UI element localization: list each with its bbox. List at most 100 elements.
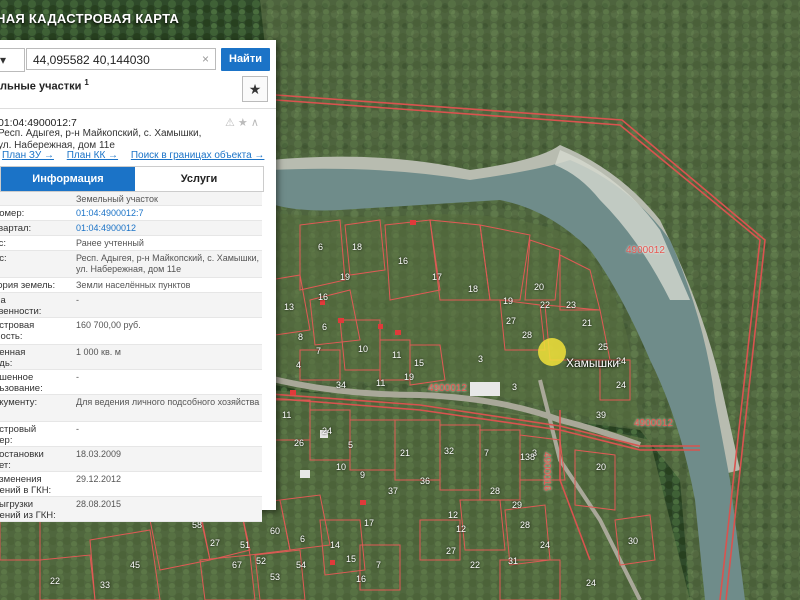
parcel-label[interactable]: 7 [376,560,381,570]
parcel-label[interactable]: 15 [346,554,356,564]
parcel-label[interactable]: 7 [316,346,321,356]
parcel-label[interactable]: 10 [358,344,368,354]
attribute-label: ус: [0,238,7,249]
parcel-label[interactable]: 15 [414,358,424,368]
parcel-label[interactable]: 22 [50,576,60,586]
parcel-label[interactable]: 37 [388,486,398,496]
attribute-value: Для ведения личного подсобного хозяйства [76,397,260,407]
parcel-label[interactable]: 27 [210,538,220,548]
parcel-label[interactable]: 12 [448,510,458,520]
attribute-value: Земли населённых пунктов [76,280,191,290]
attribute-label: изменения дений в ГКН: [0,474,52,496]
attribute-row: выгрузки дений из ГКН: 28.08.2015 [0,497,262,522]
parcel-label[interactable]: 8 [298,332,303,342]
parcel-label[interactable]: 51 [240,540,250,550]
parcel-label[interactable]: 28 [520,520,530,530]
parcel-label[interactable]: 17 [364,518,374,528]
parcel-label[interactable]: 4 [296,360,301,370]
attribute-row: гория земель: Земли населённых пунктов [0,278,262,293]
parcel-label[interactable]: 52 [256,556,266,566]
parcel-label[interactable]: 6 [322,322,327,332]
parcel-label[interactable]: 28 [522,330,532,340]
parcel-label[interactable]: 53 [270,572,280,582]
parcel-label[interactable]: 32 [444,446,454,456]
parcel-label[interactable]: 19 [340,272,350,282]
parcel-label[interactable]: 11 [392,350,401,360]
parcel-label[interactable]: 14 [330,540,340,550]
attribute-label: номер: [0,208,25,219]
parcel-label[interactable]: 67 [232,560,242,570]
parcel-label[interactable]: 16 [356,574,366,584]
parcel-label[interactable]: 19 [503,296,513,306]
parcel-label[interactable]: 31 [508,556,518,566]
cadastral-number-link[interactable]: 01:04:4900012:7 [76,208,260,219]
search-button[interactable]: Найти [221,48,270,71]
parcel-label[interactable]: 20 [596,462,606,472]
attribute-value: 1 000 кв. м [76,347,121,357]
parcel-label[interactable]: 24 [586,578,596,588]
parcel-label[interactable]: 27 [446,546,456,556]
settlement-label: Хамышки [566,356,620,370]
parcel-label[interactable]: 30 [628,536,638,546]
parcel-label[interactable]: 6 [318,242,323,252]
parcel-label[interactable]: 7 [484,448,489,458]
parcel-label[interactable]: 22 [470,560,480,570]
parcel-label[interactable]: 18 [468,284,478,294]
parcel-label[interactable]: 21 [582,318,592,328]
attribute-row: номер: 01:04:4900012:7 [0,206,262,221]
parcel-label[interactable]: 5 [348,440,353,450]
parcel-label[interactable]: 13 [284,302,294,312]
parcel-label[interactable]: 19 [404,372,414,382]
parcel-label[interactable]: 26 [294,438,304,448]
parcel-label[interactable]: 6 [300,534,305,544]
attribute-row: астровый нер: - [0,422,262,447]
attribute-value: Ранее учтенный [76,238,144,248]
parcel-label[interactable]: 3 [512,382,517,392]
parcel-label[interactable]: 34 [336,380,346,390]
parcel-label[interactable]: 10 [336,462,346,472]
parcel-label[interactable]: 60 [270,526,280,536]
attribute-value: - [76,372,79,382]
parcel-label[interactable]: 54 [296,560,306,570]
parcel-label[interactable]: 36 [420,476,430,486]
parcel-label[interactable]: 138 [520,452,535,462]
parcel-label[interactable]: 12 [456,524,466,534]
parcel-label[interactable]: 25 [598,342,608,352]
section-count: 1 [84,78,89,87]
parcel-label[interactable]: 20 [534,282,544,292]
clear-icon[interactable]: × [202,48,214,70]
search-type-dropdown[interactable]: ▾ [0,48,25,72]
parcel-label[interactable]: 27 [506,316,516,326]
parcel-action-icons[interactable]: ⚠ ★ ∧ [225,116,259,129]
parcel-label[interactable]: 9 [360,470,365,480]
parcel-label[interactable]: 11 [282,410,291,420]
search-in-bounds-link[interactable]: Поиск в границах объекта → [131,150,265,161]
parcel-label[interactable]: 3 [478,354,483,364]
parcel-label[interactable]: 28 [490,486,500,496]
parcel-label[interactable]: 24 [540,540,550,550]
parcel-label[interactable]: 33 [100,580,110,590]
attribute-value: - [76,424,79,434]
parcel-label[interactable]: 24 [322,426,332,436]
tab-information[interactable]: Информация [1,167,135,191]
parcel-label[interactable]: 45 [130,560,140,570]
parcel-label[interactable]: 21 [400,448,410,458]
quarter-label: 4900016 [541,452,552,491]
parcel-label[interactable]: 24 [616,380,626,390]
parcel-label[interactable]: 22 [540,300,550,310]
parcel-label[interactable]: 29 [512,500,522,510]
parcel-label[interactable]: 16 [398,256,408,266]
parcel-label[interactable]: 16 [318,292,328,302]
favorites-star-button[interactable]: ★ [242,76,268,102]
cadastral-quarter-link[interactable]: 01:04:4900012 [76,223,260,234]
parcel-label[interactable]: 23 [566,300,576,310]
parcel-label[interactable]: 11 [376,378,385,388]
parcel-label[interactable]: 39 [596,410,606,420]
parcel-label[interactable]: 17 [432,272,442,282]
plan-kk-link[interactable]: План КК → [67,150,118,161]
attribute-label: гория земель: [0,280,56,291]
tab-services[interactable]: Услуги [135,167,263,191]
parcel-label[interactable]: 18 [352,242,362,252]
plan-zu-link[interactable]: План ЗУ → [2,150,54,161]
search-input[interactable]: 44,095582 40,144030 [26,48,216,70]
